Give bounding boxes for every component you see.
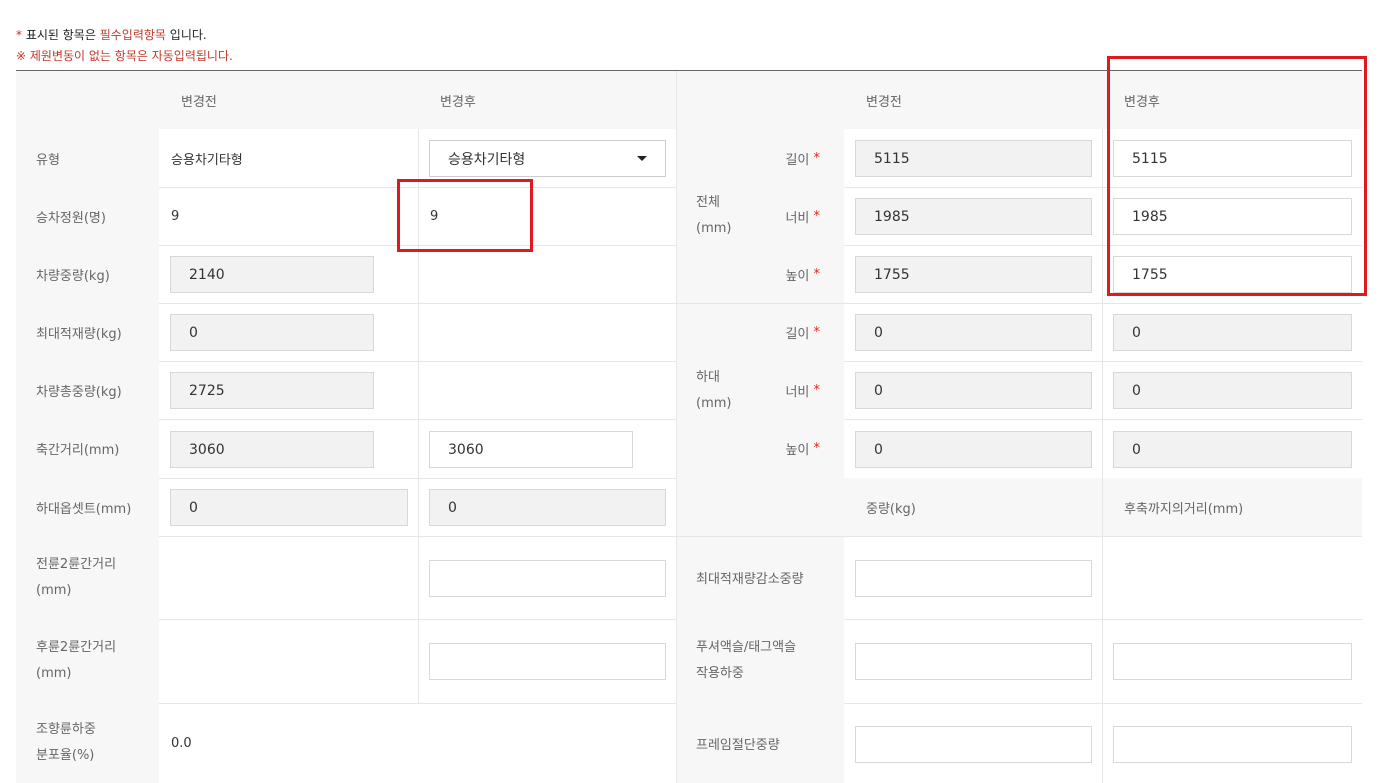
label-curb-weight: 차량중량(kg)	[16, 245, 159, 303]
group-cargo-unit: (mm)	[696, 395, 732, 411]
column-divider	[1102, 129, 1103, 783]
sub-label-text: 길이	[785, 152, 810, 168]
header-after: 변경후	[418, 71, 676, 129]
highlight-box-capacity	[397, 179, 533, 252]
row-divider	[844, 361, 1362, 362]
group-overall-unit: (mm)	[696, 221, 732, 236]
label-steer-distribution: 조향륜하중 분포율(%)	[16, 703, 159, 783]
overall-length-before-field: 5115	[855, 140, 1092, 177]
row-divider	[676, 303, 1362, 304]
label-steer-line1: 조향륜하중	[36, 722, 96, 737]
required-notice-prefix: 표시된 항목은	[25, 28, 96, 42]
sub-label-text: 너비	[785, 210, 810, 226]
auto-fill-notice: ※ 제원변동이 없는 항목은 자동입력됩니다.	[16, 49, 233, 63]
header-corner	[16, 71, 159, 129]
header-right-corner	[676, 71, 844, 129]
label-max-load: 최대적재량(kg)	[16, 303, 159, 361]
type-select-value: 승용차기타형	[448, 151, 526, 168]
required-notice-suffix: 입니다.	[169, 28, 207, 42]
label-max-load-reduce: 최대적재량감소중량	[676, 536, 844, 619]
header-before: 변경전	[159, 71, 418, 129]
required-star: *	[813, 382, 821, 398]
steer-distribution-value: 0.0	[171, 735, 192, 751]
sub-label-cargo-height: 높이 *	[762, 419, 844, 478]
wheelbase-after-input[interactable]: 3060	[429, 431, 633, 468]
label-front-track-line2: (mm)	[36, 582, 72, 598]
label-gross-weight: 차량총중량(kg)	[16, 361, 159, 419]
gross-weight-before-field: 2725	[170, 372, 374, 409]
row-divider	[844, 419, 1362, 420]
sub-label-text: 높이	[785, 443, 810, 458]
row-divider	[844, 703, 1362, 704]
label-pusher-line1: 푸셔액슬/태그액슬	[696, 640, 797, 655]
frame-cut-distance-input[interactable]	[1113, 726, 1352, 763]
label-front-track: 전륜2륜간거리 (mm)	[16, 536, 159, 619]
cargo-height-before-field: 0	[855, 431, 1092, 468]
required-star: *	[813, 441, 821, 456]
header-before-right: 변경전	[844, 71, 1102, 129]
group-overall-title: 전체	[696, 195, 720, 210]
highlight-box-dimensions	[1107, 56, 1367, 296]
label-capacity: 승차정원(명)	[16, 187, 159, 245]
wheelbase-before-field: 3060	[170, 431, 374, 468]
required-star: *	[813, 150, 821, 166]
overhang-before-field: 0	[170, 489, 408, 526]
label-frame-cut: 프레임절단중량	[676, 703, 844, 783]
overhang-after-field: 0	[429, 489, 666, 526]
label-pusher-axle: 푸셔액슬/태그액슬 작용하중	[676, 619, 844, 703]
required-star: *	[813, 208, 821, 224]
weight-header-corner	[676, 478, 844, 536]
required-star: *	[813, 266, 821, 282]
label-rear-track-line1: 후륜2륜간거리	[36, 640, 117, 655]
sub-label-overall-height: 높이 *	[762, 245, 844, 303]
sub-label-text: 높이	[785, 268, 810, 284]
cargo-length-after-field: 0	[1113, 314, 1352, 351]
weight-header: 중량(kg)	[844, 478, 1102, 536]
overall-height-before-field: 1755	[855, 256, 1092, 293]
label-steer-line2: 분포율(%)	[36, 748, 95, 763]
group-cargo-title: 하대	[696, 369, 720, 385]
front-track-after-input[interactable]	[429, 560, 666, 597]
overall-width-before-field: 1985	[855, 198, 1092, 235]
frame-cut-weight-input[interactable]	[855, 726, 1092, 763]
row-divider	[159, 703, 676, 704]
label-pusher-line2: 작용하중	[696, 666, 744, 681]
type-before: 승용차기타형	[171, 152, 243, 168]
type-select[interactable]: 승용차기타형	[429, 140, 666, 177]
row-divider	[844, 619, 1362, 620]
max-load-before-field: 0	[170, 314, 374, 351]
rear-axle-distance-header: 후축까지의거리(mm)	[1102, 478, 1362, 536]
cargo-length-before-field: 0	[855, 314, 1092, 351]
label-rear-track-line2: (mm)	[36, 666, 72, 681]
capacity-before: 9	[171, 208, 180, 224]
sub-label-cargo-length: 길이 *	[762, 303, 844, 361]
curb-weight-before-field: 2140	[170, 256, 374, 293]
sub-label-overall-length: 길이 *	[762, 129, 844, 187]
pusher-axle-distance-input[interactable]	[1113, 643, 1352, 680]
label-overhang: 하대옵셋트(mm)	[16, 478, 159, 536]
required-notice-highlight: 필수입력항목	[99, 28, 166, 42]
sub-label-overall-width: 너비 *	[762, 187, 844, 245]
cargo-width-after-field: 0	[1113, 372, 1352, 409]
label-wheelbase: 축간거리(mm)	[16, 419, 159, 478]
sub-label-text: 길이	[785, 326, 810, 342]
chevron-down-icon	[637, 156, 647, 161]
required-star: *	[813, 324, 821, 340]
row-divider	[676, 536, 1362, 537]
sub-label-cargo-width: 너비 *	[762, 361, 844, 419]
max-load-reduce-weight-input[interactable]	[855, 560, 1092, 597]
group-overall: 전체 (mm)	[676, 129, 762, 303]
required-star: *	[16, 28, 22, 42]
sub-label-text: 너비	[785, 384, 810, 400]
label-type: 유형	[16, 129, 159, 187]
label-rear-track: 후륜2륜간거리 (mm)	[16, 619, 159, 703]
group-cargo: 하대 (mm)	[676, 303, 762, 478]
column-divider	[676, 71, 677, 783]
rear-track-after-input[interactable]	[429, 643, 666, 680]
pusher-axle-weight-input[interactable]	[855, 643, 1092, 680]
required-notice: * 표시된 항목은 필수입력항목 입니다.	[16, 28, 207, 42]
cargo-width-before-field: 0	[855, 372, 1092, 409]
label-front-track-line1: 전륜2륜간거리	[36, 556, 117, 572]
cargo-height-after-field: 0	[1113, 431, 1352, 468]
